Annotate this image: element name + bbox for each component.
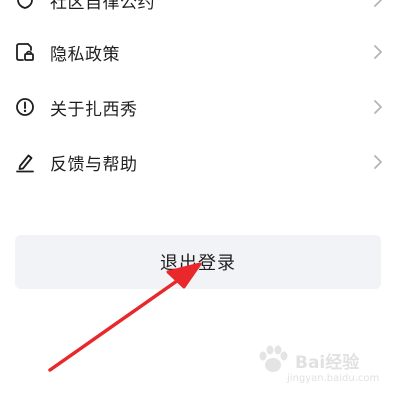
menu-item-about[interactable]: 关于扎西秀 [0, 80, 400, 134]
chevron-right-icon [372, 0, 384, 9]
menu-item-label: 关于扎西秀 [50, 99, 138, 120]
watermark-url: jingyan.baidu.com [287, 373, 380, 384]
edit-pen-icon [14, 151, 36, 173]
shield-icon [14, 0, 36, 11]
chevron-right-icon [372, 98, 384, 116]
paw-logo-icon [259, 345, 288, 372]
menu-item-feedback-help[interactable]: 反馈与帮助 [0, 135, 400, 189]
chevron-right-icon [372, 153, 384, 171]
watermark-brand: Bai经验 [295, 353, 360, 373]
menu-item-label: 隐私政策 [50, 44, 120, 65]
menu-item-label: 社区自律公约 [50, 0, 155, 13]
menu-item-community-pact[interactable]: 社区自律公约 [0, 0, 400, 27]
baidu-jingyan-watermark: Bai经验 jingyan.baidu.com [243, 342, 380, 390]
privacy-lock-icon [14, 41, 36, 63]
menu-item-label: 反馈与帮助 [50, 154, 138, 175]
chevron-right-icon [372, 43, 384, 61]
menu-item-privacy-policy[interactable]: 隐私政策 [0, 25, 400, 79]
logout-button[interactable]: 退出登录 [15, 235, 381, 289]
info-icon [14, 96, 36, 118]
